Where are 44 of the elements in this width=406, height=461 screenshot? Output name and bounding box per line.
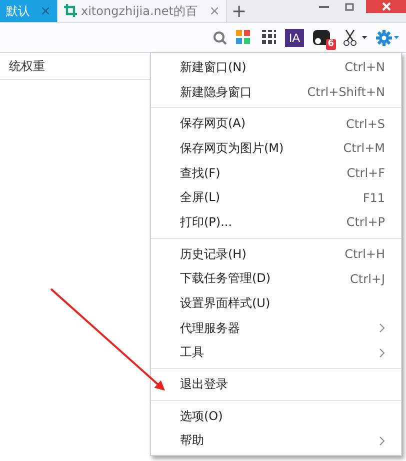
shortcut-label: F11 (362, 190, 385, 205)
new-tab-button[interactable]: + (227, 0, 251, 22)
search-icon[interactable] (213, 30, 227, 44)
chevron-icon (379, 436, 385, 446)
count-badge: 6 (326, 39, 336, 50)
menu-item[interactable]: 选项(O) (151, 404, 401, 429)
chevron-icon (379, 348, 385, 358)
shortcut-label: Ctrl+S (346, 116, 385, 131)
menu-item[interactable]: 查找(F) Ctrl+F (151, 160, 401, 186)
menu-item[interactable]: 工具 (151, 340, 401, 366)
menu-item[interactable]: 全屏(L) F11 (151, 185, 401, 210)
menu-item[interactable]: 新建窗口(N) Ctrl+N (151, 55, 401, 80)
close-icon (382, 2, 390, 11)
ia-logo[interactable]: IA (285, 28, 304, 46)
shortcut-label: Ctrl+Shift+N (307, 85, 385, 100)
shortcut-label: Ctrl+N (344, 60, 385, 74)
shortcut-label: Ctrl+M (343, 141, 385, 156)
extension-icon[interactable] (313, 30, 330, 45)
minimize-icon[interactable] (319, 5, 329, 8)
shortcut-label: Ctrl+F (346, 166, 385, 180)
shortcut-label: Ctrl+H (344, 247, 385, 262)
crop-icon (64, 4, 77, 16)
shortcut-label: Ctrl+P (346, 215, 385, 230)
menu-item[interactable]: 历史记录(H) Ctrl+H (151, 242, 401, 266)
settings-icon[interactable] (376, 30, 400, 46)
scissors-icon[interactable] (343, 30, 357, 46)
browser-tab[interactable]: xitongzhijia.net的百 × (58, 0, 227, 22)
menu-item[interactable]: 退出登录 (151, 372, 401, 397)
menu-item[interactable]: 帮助 (151, 428, 401, 454)
menu-item[interactable]: 保存网页为图片(M) Ctrl+M (151, 136, 401, 161)
menu-item[interactable]: 代理服务器 (151, 316, 401, 341)
menu-item[interactable]: 下载任务管理(D) Ctrl+J (151, 266, 401, 292)
menu-item[interactable]: 设置界面样式(U) (151, 291, 401, 316)
menu-item[interactable]: 保存网页(A) Ctrl+S (151, 111, 401, 136)
menu-item[interactable]: 新建隐身窗口 Ctrl+Shift+N (151, 80, 401, 104)
apps-icon[interactable] (236, 30, 251, 45)
chevron-icon (379, 323, 385, 334)
shortcut-label: Ctrl+J (350, 272, 385, 286)
qr-code-icon[interactable] (260, 30, 276, 46)
close-button[interactable] (366, 0, 406, 13)
menu-item[interactable]: 打印(P)... Ctrl+P (151, 210, 401, 235)
maximize-icon[interactable] (345, 2, 355, 11)
caret-icon[interactable] (362, 36, 367, 39)
row-label: 统权重 (9, 58, 45, 74)
